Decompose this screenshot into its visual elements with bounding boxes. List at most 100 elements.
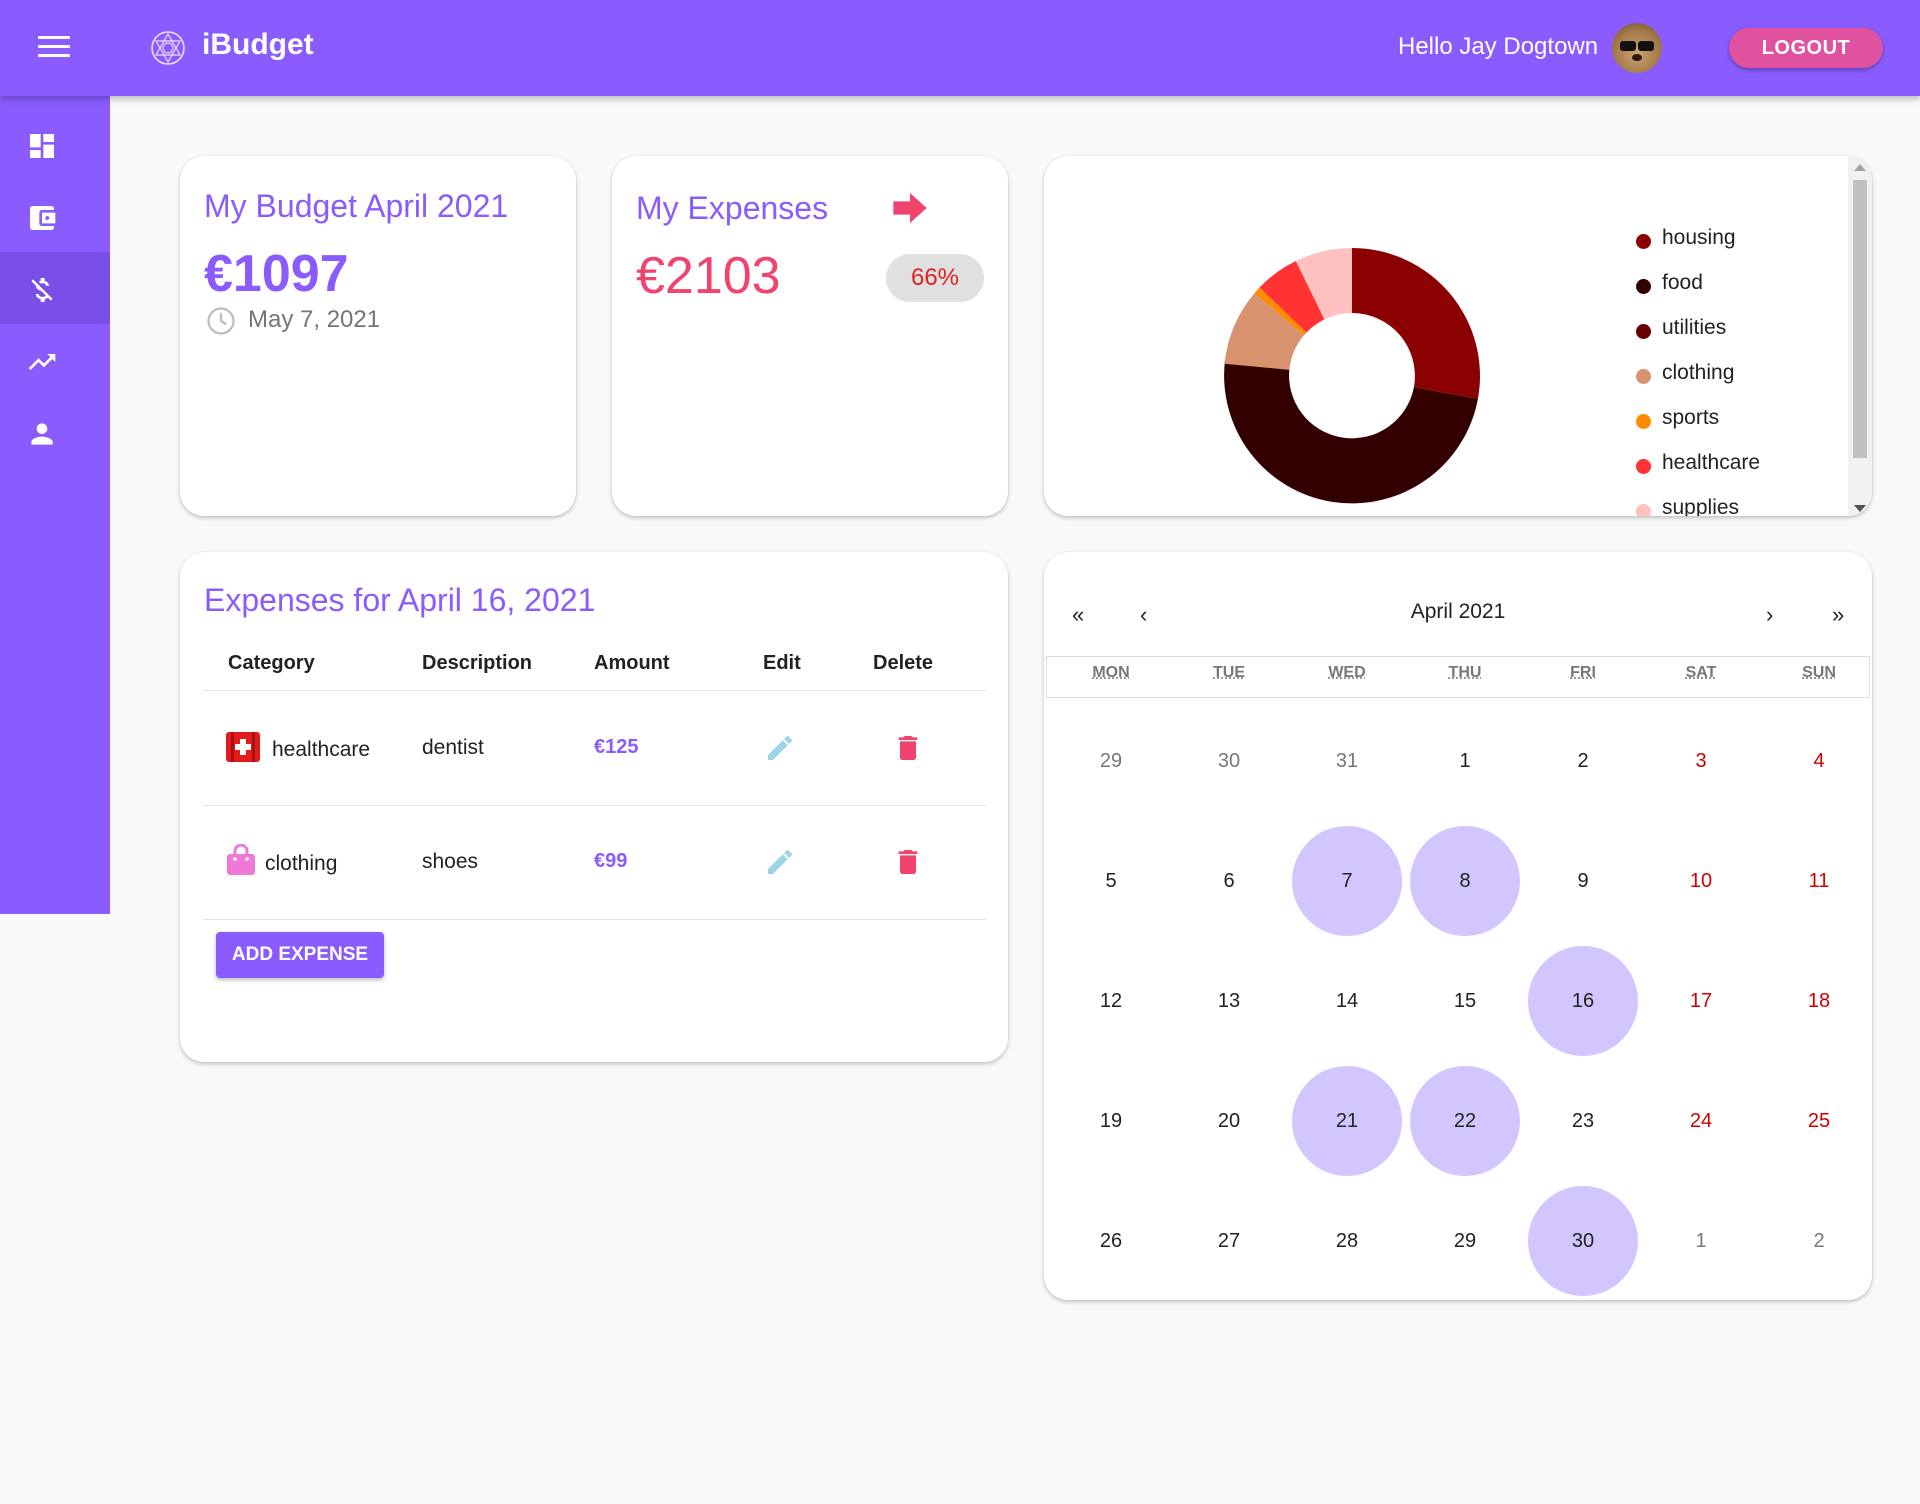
amount-cell: €125 [594,736,639,758]
expenses-title: My Expenses [636,190,829,226]
calendar-day[interactable]: 27 [1174,1186,1284,1296]
calendar-day[interactable]: 21 [1292,1066,1402,1176]
delete-trash-icon[interactable] [892,732,924,764]
next-month-button[interactable]: › [1766,602,1773,628]
calendar-day[interactable]: 31 [1292,706,1402,816]
calendar-day[interactable]: 19 [1056,1066,1166,1176]
column-header-category: Category [228,652,315,674]
calendar-day[interactable]: 16 [1528,946,1638,1056]
calendar-day[interactable]: 6 [1174,826,1284,936]
calendar-day[interactable]: 17 [1646,946,1756,1056]
budget-date: May 7, 2021 [248,306,381,333]
weekday-label: SAT [1685,664,1717,681]
calendar-day[interactable]: 9 [1528,826,1638,936]
calendar-day[interactable]: 13 [1174,946,1284,1056]
sidebar-item-profile[interactable] [0,396,110,468]
category-pie-card: housing food utilities clothing sports h… [1044,156,1872,516]
weekday-label: SUN [1802,664,1836,681]
weekday-label: WED [1328,664,1366,681]
legend-swatch-icon [1636,279,1651,294]
clock-icon [207,307,235,335]
sidebar-item-expenses[interactable] [0,252,110,324]
category-cell: healthcare [272,738,371,761]
calendar-card: « ‹ April 2021 › » MON TUE WED THU FRI SAT SUN… [1044,552,1872,1300]
avatar[interactable] [1612,23,1662,73]
calendar-day[interactable]: 2 [1528,706,1638,816]
calendar-month-label[interactable]: April 2021 [1044,600,1872,624]
sidebar-item-trends[interactable] [0,324,110,396]
sidebar-item-dashboard[interactable] [0,108,110,180]
expenses-card: My Expenses €2103 66% [612,156,1008,516]
scroll-thumb[interactable] [1853,180,1867,458]
calendar-day[interactable]: 5 [1056,826,1166,936]
next-year-button[interactable]: » [1832,602,1844,628]
calendar-day[interactable]: 30 [1174,706,1284,816]
calendar-day[interactable]: 8 [1410,826,1520,936]
column-header-delete: Delete [873,652,934,674]
add-expense-button[interactable]: ADD EXPENSE [216,932,384,978]
calendar-day[interactable]: 29 [1056,706,1166,816]
scroll-up-icon[interactable] [1854,164,1866,171]
calendar-day[interactable]: 11 [1764,826,1874,936]
budget-card: My Budget April 2021 €1097 May 7, 2021 [180,156,576,516]
legend-swatch-icon [1636,459,1651,474]
delete-trash-icon[interactable] [892,846,924,878]
budget-title: My Budget April 2021 [204,188,509,224]
calendar-day[interactable]: 26 [1056,1186,1166,1296]
calendar-day[interactable]: 3 [1646,706,1756,816]
expenses-amount: €2103 [636,247,781,305]
calendar-day[interactable]: 22 [1410,1066,1520,1176]
arrow-right-icon[interactable] [890,188,930,228]
column-header-description: Description [422,652,533,674]
menu-icon[interactable] [38,36,70,62]
first-aid-kit-icon [226,732,260,762]
description-cell: shoes [422,850,479,873]
calendar-day[interactable]: 25 [1764,1066,1874,1176]
logout-button[interactable]: LOGOUT [1729,28,1883,68]
daily-expenses-title: Expenses for April 16, 2021 [204,582,596,618]
calendar-day[interactable]: 1 [1410,706,1520,816]
shopping-bag-icon [227,844,255,875]
amount-cell: €99 [594,850,628,872]
sidebar [0,96,110,914]
calendar-day[interactable]: 2 [1764,1186,1874,1296]
calendar-day[interactable]: 30 [1528,1186,1638,1296]
legend-scrollbar[interactable] [1848,156,1872,516]
calendar-day[interactable]: 20 [1174,1066,1284,1176]
legend-swatch-icon [1636,414,1651,429]
scroll-down-icon[interactable] [1854,505,1866,512]
calendar-day[interactable]: 12 [1056,946,1166,1056]
legend-swatch-icon [1636,324,1651,339]
dashboard-icon [30,134,54,158]
calendar-day[interactable]: 18 [1764,946,1874,1056]
sidebar-item-wallet[interactable] [0,180,110,252]
row-divider [204,805,986,806]
calendar-day[interactable]: 29 [1410,1186,1520,1296]
user-greeting: Hello Jay Dogtown [1398,33,1599,60]
daily-expenses-card: Expenses for April 16, 2021 Category Des… [180,552,1008,1062]
money-off-icon [31,278,53,302]
calendar-day[interactable]: 23 [1528,1066,1638,1176]
edit-pencil-icon[interactable] [764,846,796,878]
column-header-amount: Amount [594,652,670,674]
app-bar: iBudget Hello Jay Dogtown LOGOUT [0,0,1920,96]
calendar-day[interactable]: 4 [1764,706,1874,816]
budget-amount: €1097 [204,245,349,303]
app-title: iBudget [202,28,314,61]
brand-logo-icon [151,31,185,65]
calendar-day[interactable]: 15 [1410,946,1520,1056]
edit-pencil-icon[interactable] [764,732,796,764]
header-divider [204,690,986,691]
trending-up-icon [28,354,56,370]
calendar-day[interactable]: 7 [1292,826,1402,936]
calendar-day[interactable]: 10 [1646,826,1756,936]
calendar-day[interactable]: 28 [1292,1186,1402,1296]
calendar-day[interactable]: 1 [1646,1186,1756,1296]
legend-swatch-icon [1636,369,1651,384]
weekday-label: FRI [1570,664,1596,681]
weekday-label: MON [1092,664,1130,681]
calendar-day[interactable]: 24 [1646,1066,1756,1176]
calendar-day[interactable]: 14 [1292,946,1402,1056]
weekday-label: THU [1448,664,1482,681]
row-divider [204,919,986,920]
